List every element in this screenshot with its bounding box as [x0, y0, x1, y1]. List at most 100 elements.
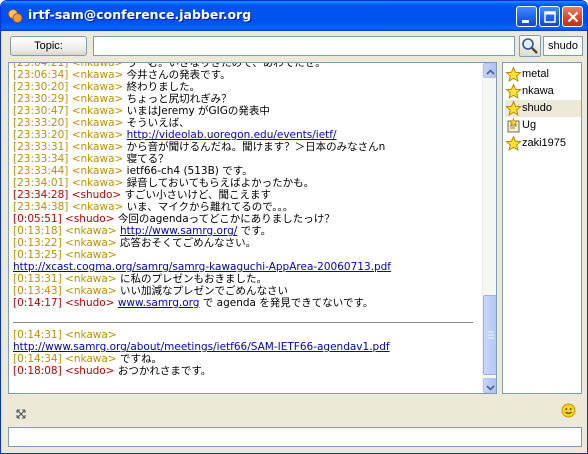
message-timestamp: [0:18:08]	[13, 365, 62, 377]
participant-item[interactable]: metal	[505, 66, 581, 83]
message-text: で agenda を発見できてないです。	[199, 297, 374, 309]
message-nick: <nkawa>	[71, 153, 124, 165]
message-nick: <nkawa>	[71, 165, 124, 177]
message-timestamp: [0:14:31]	[13, 329, 62, 341]
message-nick: <nkawa>	[71, 201, 124, 213]
message-text: ちょっと尻切れぎみ？	[126, 93, 232, 105]
minimize-button[interactable]	[516, 6, 537, 27]
message-timestamp: [23:33:44]	[13, 165, 69, 177]
chat-log[interactable]: [23:04:21] <nkawa> うーむ。いきなりきたので、あわてたぜ。 [2…	[8, 62, 497, 394]
scroll-down-button[interactable]	[483, 378, 496, 393]
chat-message: [23:06:34] <nkawa> 今井さんの発表です。	[13, 69, 479, 81]
message-nick: <nkawa>	[65, 225, 117, 237]
chat-message: [23:34:28] <shudo> すごい小さいけど、聞こえます	[13, 189, 479, 201]
chat-scrollbar[interactable]	[482, 63, 496, 393]
message-text: から音が聞けるんだね。聞けます？＞日本のみなさんn	[126, 141, 386, 153]
chat-message: [0:14:34] <nkawa> ですね。	[13, 353, 479, 365]
message-nick: <nkawa>	[71, 117, 124, 129]
message-nick: <nkawa>	[71, 62, 124, 69]
message-nick: <nkawa>	[65, 237, 117, 249]
participant-name: nkawa	[522, 85, 554, 97]
message-text: 今井さんの発表です。	[126, 69, 231, 81]
close-button[interactable]	[562, 6, 583, 27]
message-text: です。	[237, 225, 272, 237]
participant-item[interactable]: Ug	[505, 117, 581, 134]
message-link[interactable]: http://xcast.cogma.org/samrg/samrg-kawag…	[13, 261, 391, 273]
message-nick: <nkawa>	[71, 69, 124, 81]
message-link[interactable]: http://www.samrg.org/	[120, 225, 237, 237]
participant-item[interactable]: nkawa	[505, 83, 581, 100]
message-text: うーむ。いきなりきたので、あわてたぜ。	[126, 62, 326, 69]
star-icon	[505, 100, 522, 117]
chat-message: [0:18:08] <shudo> おつかれさまです。	[13, 365, 479, 377]
message-timestamp: [0:13:43]	[13, 285, 62, 297]
message-text: そういえば、	[126, 117, 190, 129]
message-timestamp: [0:05:51]	[13, 213, 62, 225]
scroll-thumb[interactable]	[483, 295, 496, 375]
message-nick: <nkawa>	[71, 177, 124, 189]
message-text: いま、マイクから離れてるので。。。	[126, 201, 294, 213]
message-timestamp: [23:33:31]	[13, 141, 69, 153]
message-timestamp: [23:34:28]	[13, 189, 69, 201]
participant-list[interactable]: metal nkawa shudo Ug zaki1975	[502, 62, 582, 394]
message-timestamp: [0:14:17]	[13, 297, 62, 309]
message-nick: <nkawa>	[71, 81, 124, 93]
chat-message: [23:30:47] <nkawa> いまはJeremy がGIGの発表中	[13, 105, 479, 117]
message-text: おつかれさまです。	[117, 365, 212, 377]
message-text: すごい小さいけど、聞こえます	[124, 189, 271, 201]
topic-field[interactable]	[93, 36, 515, 56]
message-text: に私のプレゼンもおきました。	[119, 273, 267, 285]
star-icon	[505, 83, 522, 100]
chat-message: [23:33:20] <nkawa> http://videolab.uoreg…	[13, 129, 479, 141]
chat-message: [23:04:21] <nkawa> うーむ。いきなりきたので、あわてたぜ。	[13, 62, 479, 69]
message-text: 寝てる？	[126, 153, 169, 165]
chat-message: [23:33:34] <nkawa> 寝てる？	[13, 153, 479, 165]
message-input[interactable]	[8, 427, 582, 447]
star-icon	[505, 66, 522, 83]
window-title: irtf-sam@conference.jabber.org	[28, 7, 252, 22]
participant-item[interactable]: shudo	[505, 100, 581, 117]
nickname-field[interactable]: shudo	[543, 36, 583, 56]
read-marker-divider	[13, 322, 473, 323]
message-text: いまはJeremy がGIGの発表中	[126, 105, 270, 117]
chat-message: [23:33:20] <nkawa> そういえば、	[13, 117, 479, 129]
resize-arrows-icon[interactable]	[15, 405, 27, 419]
chat-message: http://xcast.cogma.org/samrg/samrg-kawag…	[13, 261, 479, 273]
message-timestamp: [23:33:34]	[13, 153, 69, 165]
message-link[interactable]: http://videolab.uoregon.edu/events/ietf/	[127, 129, 337, 141]
chat-window: irtf-sam@conference.jabber.org Topic: sh…	[0, 0, 588, 454]
message-nick: <nkawa>	[71, 129, 124, 141]
message-nick: <nkawa>	[71, 105, 124, 117]
scroll-up-button[interactable]	[483, 63, 496, 78]
chat-message: [23:33:31] <nkawa> から音が聞けるんだね。聞けます？＞日本のみ…	[13, 141, 479, 153]
chat-message: [23:34:38] <nkawa> いま、マイクから離れてるので。。。	[13, 201, 479, 213]
emoticon-icon[interactable]	[561, 403, 576, 418]
message-link[interactable]: www.samrg.org	[118, 297, 200, 309]
message-timestamp: [23:30:20]	[13, 81, 69, 93]
search-button[interactable]	[519, 35, 541, 57]
message-text: 録音しておいてもらえばよかったかも。	[126, 177, 315, 189]
message-text: 今回のagendaってどこかにありましたっけ？	[117, 213, 335, 225]
message-nick: <shudo>	[65, 297, 115, 309]
message-text: 応答おそくてごめんなさい。	[119, 237, 257, 249]
participant-item[interactable]: zaki1975	[505, 135, 581, 152]
magnifier-icon	[522, 38, 538, 54]
participant-name: metal	[522, 68, 549, 80]
message-timestamp: [23:06:34]	[13, 69, 69, 81]
message-timestamp: [23:04:21]	[13, 62, 69, 69]
chat-message: [23:30:20] <nkawa> 終わりました。	[13, 81, 479, 93]
message-nick: <nkawa>	[65, 273, 117, 285]
message-link[interactable]: http://www.samrg.org/about/meetings/ietf…	[13, 341, 390, 353]
maximize-button[interactable]	[539, 6, 560, 27]
message-nick: <nkawa>	[65, 249, 117, 261]
message-timestamp: [23:34:01]	[13, 177, 69, 189]
title-bar[interactable]: irtf-sam@conference.jabber.org	[1, 1, 587, 31]
chat-message: [23:34:01] <nkawa> 録音しておいてもらえばよかったかも。	[13, 177, 479, 189]
message-nick: <shudo>	[65, 213, 115, 225]
topic-button[interactable]: Topic:	[10, 36, 87, 56]
message-nick: <shudo>	[71, 189, 122, 201]
message-timestamp: [0:13:18]	[13, 225, 62, 237]
message-timestamp: [0:13:31]	[13, 273, 62, 285]
message-timestamp: [23:33:20]	[13, 117, 69, 129]
